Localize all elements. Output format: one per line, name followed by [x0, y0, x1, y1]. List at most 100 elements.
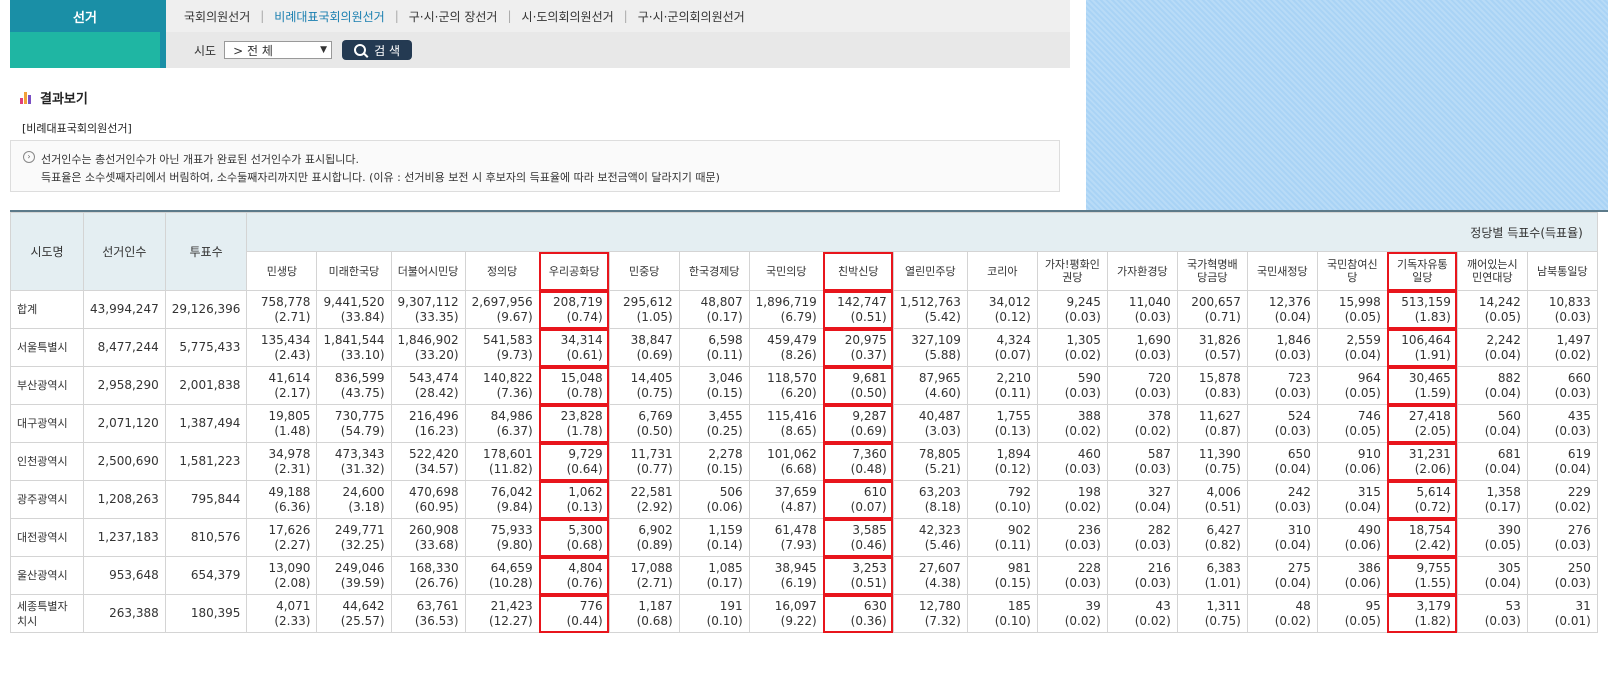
vote-rate: (0.02): [1064, 499, 1101, 514]
party-vote-cell: 758,778 (2.71): [246, 290, 318, 329]
party-vote-cell: 250 (0.03): [1526, 556, 1598, 595]
sidebar-title: 선거: [10, 0, 160, 32]
table-row: 서울특별시 8,477,244 5,775,433 135,434 (2.43) 1,84…: [10, 328, 1598, 367]
vote-rate: (2.17): [274, 385, 311, 400]
vote-rate: (7.93): [780, 537, 817, 552]
vote-count: 758,778: [260, 294, 311, 309]
party-vote-cell: 95 (0.05): [1316, 594, 1388, 633]
vote-rate: (9.73): [496, 347, 533, 362]
party-vote-cell: 15,998 (0.05): [1316, 290, 1388, 329]
party-vote-cell: 34,978 (2.31): [246, 442, 318, 481]
region-name-cell: 대구광역시: [10, 404, 84, 443]
votes-cell: 5,775,433: [164, 328, 248, 367]
party-vote-cell: 6,769 (0.50): [608, 404, 680, 443]
vote-rate: (0.12): [994, 309, 1031, 324]
vote-rate: (0.03): [1554, 423, 1591, 438]
vote-count: 53: [1505, 598, 1521, 613]
party-vote-cell: 524 (0.03): [1246, 404, 1318, 443]
tab-local-council[interactable]: 구·시·군의회의원선거: [638, 8, 745, 25]
vote-rate: (0.77): [636, 461, 673, 476]
party-header: 코리아: [966, 251, 1038, 291]
region-name-cell: 합계: [10, 290, 84, 329]
electors-cell: 953,648: [83, 556, 166, 595]
vote-rate: (0.04): [1344, 347, 1381, 362]
vote-count: 41,614: [268, 370, 311, 385]
vote-rate: (0.04): [1274, 461, 1311, 476]
vote-count: 118,570: [767, 370, 817, 385]
vote-count: 460: [1077, 446, 1101, 461]
vote-count: 1,305: [1066, 332, 1101, 347]
table-row: 울산광역시 953,648 654,379 13,090 (2.08) 249,046 (3…: [10, 556, 1598, 595]
vote-rate: (1.05): [636, 309, 673, 324]
vote-rate: (0.03): [1554, 537, 1591, 552]
vote-count: 31,826: [1198, 332, 1241, 347]
party-vote-cell: 3,585 (0.46): [822, 518, 894, 557]
vote-rate: (9.22): [780, 613, 817, 628]
party-vote-cell: 776 (0.44): [538, 594, 610, 633]
party-vote-cell: 1,187 (0.68): [608, 594, 680, 633]
party-header: 열린민주당: [892, 251, 968, 291]
vote-count: 1,187: [638, 598, 673, 613]
vote-count: 27,607: [918, 560, 961, 575]
vote-count: 1,755: [996, 408, 1031, 423]
party-vote-cell: 76,042 (9.84): [464, 480, 540, 519]
electors-cell: 263,388: [83, 594, 166, 633]
party-vote-cell: 34,314 (0.61): [538, 328, 610, 367]
vote-count: 1,311: [1206, 598, 1241, 613]
vote-count: 610: [863, 484, 887, 499]
vote-count: 106,464: [1401, 332, 1451, 347]
vote-rate: (1.78): [566, 423, 603, 438]
vote-count: 31,231: [1408, 446, 1451, 461]
vote-rate: (0.06): [1344, 461, 1381, 476]
party-vote-cell: 543,474 (28.42): [390, 366, 466, 405]
party-vote-cell: 630 (0.36): [822, 594, 894, 633]
vote-count: 10,833: [1548, 294, 1591, 309]
vote-count: 178,601: [483, 446, 533, 461]
search-button[interactable]: 검 색: [342, 40, 413, 60]
vote-count: 1,062: [568, 484, 603, 499]
party-vote-cell: 7,360 (0.48): [822, 442, 894, 481]
vote-rate: (0.10): [994, 613, 1031, 628]
tab-provincial-council[interactable]: 시·도의회의원선거: [522, 8, 614, 25]
party-vote-cell: 198 (0.02): [1036, 480, 1108, 519]
header-electors: 선거인수: [83, 212, 166, 291]
electors-cell: 2,958,290: [83, 366, 166, 405]
vote-count: 1,159: [708, 522, 743, 537]
party-vote-cell: 3,253 (0.51): [822, 556, 894, 595]
party-vote-cell: 42,323 (5.46): [892, 518, 968, 557]
vote-rate: (0.04): [1484, 347, 1521, 362]
party-vote-cell: 228 (0.03): [1036, 556, 1108, 595]
party-vote-cell: 9,307,112 (33.35): [390, 290, 466, 329]
tab-national-assembly[interactable]: 국회의원선거: [184, 8, 250, 25]
tab-proportional[interactable]: 비례대표국회의원선거: [274, 8, 384, 25]
party-vote-cell: 276 (0.03): [1526, 518, 1598, 557]
party-vote-cell: 681 (0.04): [1456, 442, 1528, 481]
vote-count: 9,307,112: [397, 294, 459, 309]
table-row: 세종특별자치시 263,388 180,395 4,071 (2.33) 44,642 (2…: [10, 594, 1598, 633]
tab-local-head[interactable]: 구·시·군의 장선거: [409, 8, 498, 25]
vote-rate: (0.10): [706, 613, 743, 628]
header-region: 시도명: [10, 212, 84, 291]
vote-rate: (0.51): [850, 309, 887, 324]
vote-rate: (0.12): [994, 461, 1031, 476]
vote-rate: (0.05): [1344, 309, 1381, 324]
vote-count: 3,455: [708, 408, 743, 423]
region-name-cell: 세종특별자치시: [10, 594, 84, 633]
votes-cell: 795,844: [164, 480, 248, 519]
table-row: 대구광역시 2,071,120 1,387,494 19,805 (1.48) 730,7…: [10, 404, 1598, 443]
vote-rate: (0.03): [1484, 613, 1521, 628]
vote-rate: (1.48): [274, 423, 311, 438]
vote-rate: (2.06): [1414, 461, 1451, 476]
vote-rate: (0.37): [850, 347, 887, 362]
vote-rate: (0.51): [1204, 499, 1241, 514]
vote-count: 3,585: [852, 522, 887, 537]
vote-count: 6,427: [1206, 522, 1241, 537]
vote-rate: (0.11): [994, 385, 1031, 400]
vote-rate: (0.87): [1204, 423, 1241, 438]
vote-rate: (0.03): [1134, 575, 1171, 590]
region-select[interactable]: > 전 체 ▼: [224, 41, 333, 59]
vote-rate: (0.03): [1134, 347, 1171, 362]
vote-rate: (0.15): [706, 461, 743, 476]
party-vote-cell: 720 (0.03): [1106, 366, 1178, 405]
party-vote-cell: 41,614 (2.17): [246, 366, 318, 405]
